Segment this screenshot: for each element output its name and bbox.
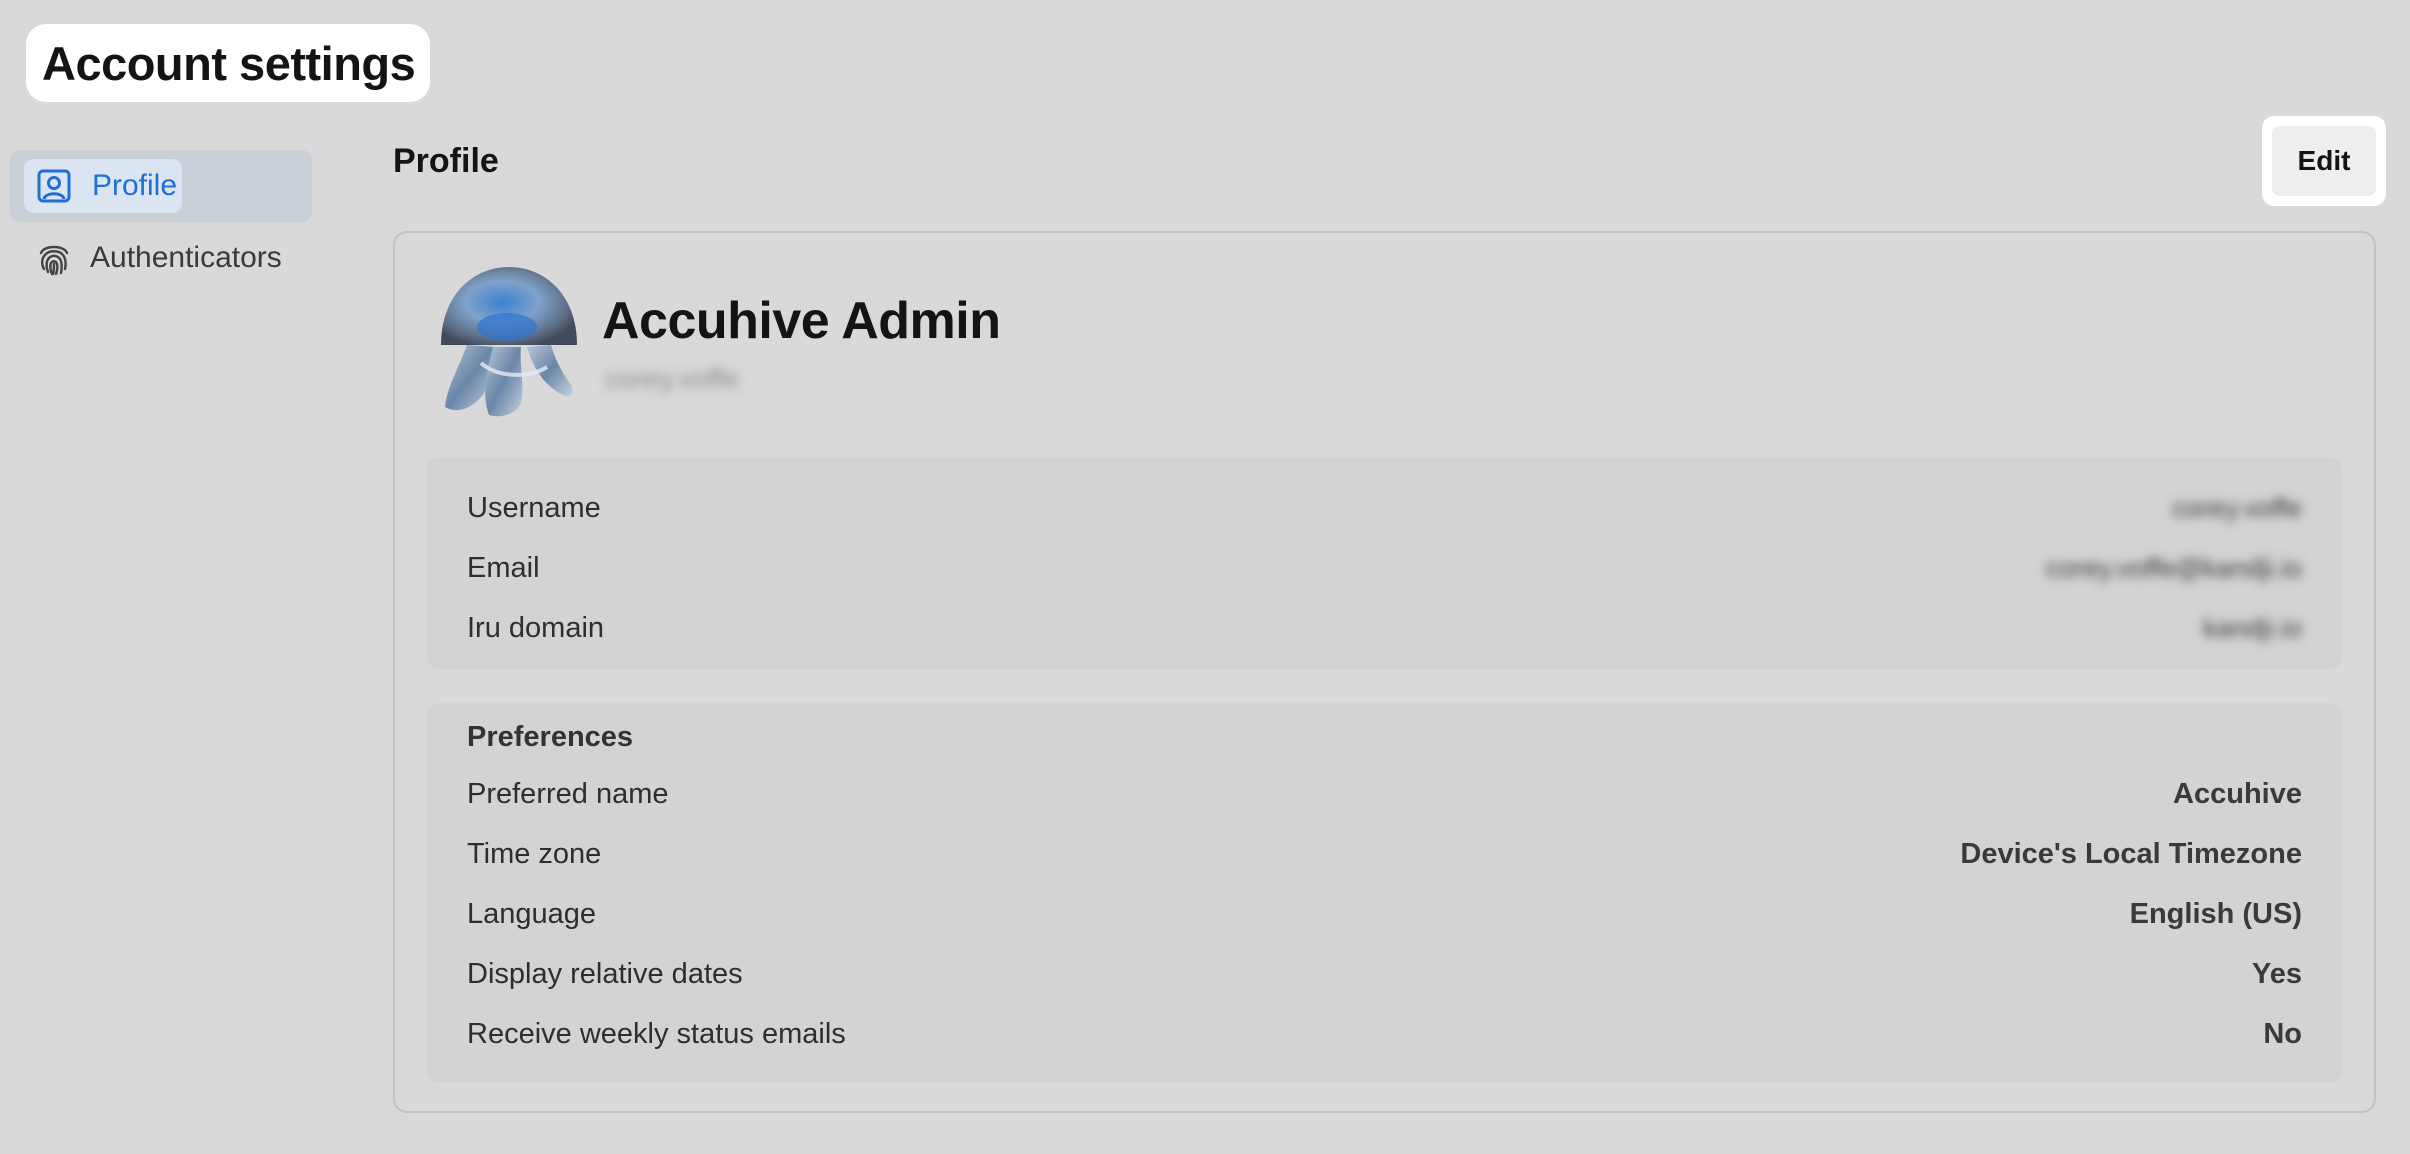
info-value: corey.voffe <box>2172 492 2302 523</box>
pref-value: No <box>2263 1017 2302 1050</box>
info-label: Email <box>467 551 540 584</box>
section-title: Profile <box>393 142 499 180</box>
info-value: kandji.io <box>2202 612 2302 643</box>
sidebar: Profile Authenticators <box>10 150 312 294</box>
sidebar-item-profile-chip[interactable]: Profile <box>24 159 182 213</box>
avatar <box>437 267 581 419</box>
pref-row-time-zone: Time zone Device's Local Timezone <box>467 832 2302 876</box>
sidebar-item-label: Profile <box>92 169 178 202</box>
page-title: Account settings <box>42 36 416 90</box>
profile-display-name: Accuhive Admin <box>602 292 1001 350</box>
info-row-domain: Iru domain kandji.io <box>467 606 2302 650</box>
preferences-panel: Preferences Preferred name Accuhive Time… <box>427 703 2342 1083</box>
pref-label: Language <box>467 897 597 930</box>
account-settings-page: Account settings Profile Authenticators … <box>0 0 2410 1154</box>
pref-label: Receive weekly status emails <box>467 1017 846 1050</box>
info-value: corey.voffe@kandji.io <box>2045 552 2302 583</box>
sidebar-item-label: Authenticators <box>90 241 282 274</box>
pref-value: English (US) <box>2129 897 2302 930</box>
profile-card: Accuhive Admin corey.voffe Username core… <box>393 231 2376 1113</box>
fingerprint-icon <box>34 238 74 278</box>
pref-label: Display relative dates <box>467 957 743 990</box>
sidebar-item-profile[interactable]: Profile <box>10 150 312 222</box>
sidebar-item-authenticators[interactable]: Authenticators <box>10 222 312 294</box>
edit-button-container: Edit <box>2262 116 2386 206</box>
info-label: Iru domain <box>467 611 605 644</box>
pref-row-relative-dates: Display relative dates Yes <box>467 952 2302 996</box>
pref-value: Yes <box>2252 957 2302 990</box>
pref-row-weekly-emails: Receive weekly status emails No <box>467 1012 2302 1056</box>
pref-value: Device's Local Timezone <box>1960 837 2302 870</box>
account-info-panel: Username corey.voffe Email corey.voffe@k… <box>427 457 2342 669</box>
info-row-email: Email corey.voffe@kandji.io <box>467 546 2302 590</box>
profile-icon <box>34 166 74 206</box>
info-row-username: Username corey.voffe <box>467 486 2302 530</box>
pref-row-language: Language English (US) <box>467 892 2302 936</box>
pref-row-preferred-name: Preferred name Accuhive <box>467 772 2302 816</box>
pref-label: Time zone <box>467 837 602 870</box>
pref-value: Accuhive <box>2173 777 2302 810</box>
edit-button[interactable]: Edit <box>2272 126 2376 196</box>
profile-handle: corey.voffe <box>605 363 740 394</box>
pref-label: Preferred name <box>467 777 669 810</box>
page-title-container: Account settings <box>26 24 430 102</box>
info-label: Username <box>467 491 601 524</box>
preferences-heading: Preferences <box>467 721 634 753</box>
